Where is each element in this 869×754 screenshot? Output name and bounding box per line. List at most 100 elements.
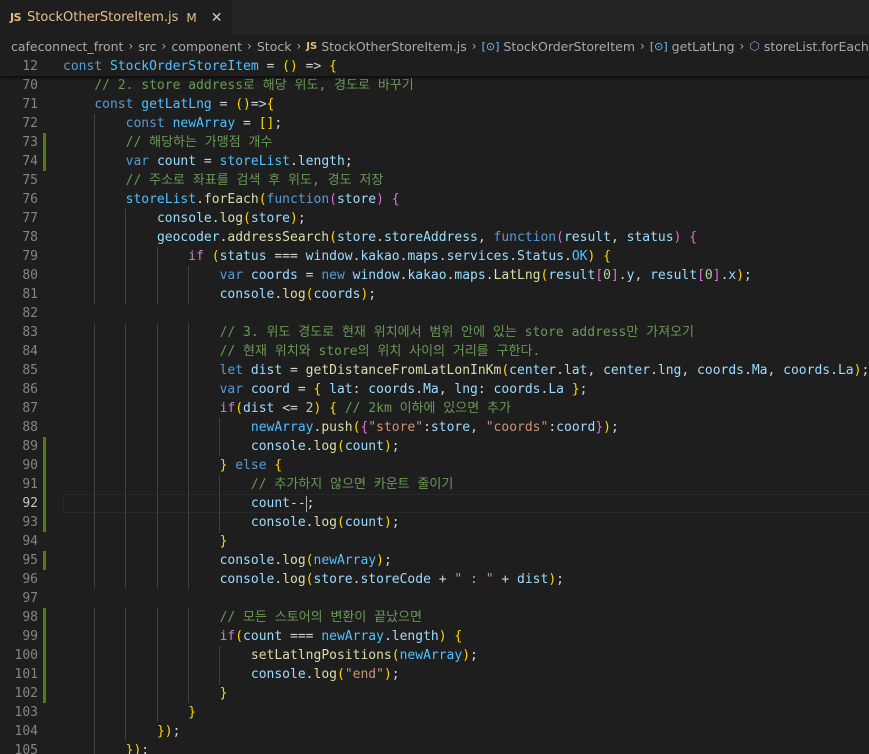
code-text: if (status === window.kakao.maps.service… [188,249,611,264]
code-line[interactable]: 100 setLatlngPositions(newArray); [0,646,869,665]
breadcrumb-item-component-symbol[interactable]: [⊙] StockOrderStoreItem [482,39,635,54]
line-number: 71 [22,97,38,112]
code-text: // 3. 위도 경도로 현재 위치에서 범위 안에 있는 store addr… [219,325,695,340]
code-line[interactable]: 103 } [0,703,869,722]
line-number: 84 [22,344,38,359]
code-line[interactable]: 71 const getLatLng = ()=>{ [0,95,869,114]
breadcrumb-item-stock[interactable]: Stock [257,39,292,54]
breadcrumb-item-component[interactable]: component [171,39,242,54]
chevron-right-icon: › [640,39,645,53]
code-text: geocoder.addressSearch(store.storeAddres… [156,230,698,245]
line-number: 12 [22,59,38,74]
code-line[interactable]: 104 }); [0,722,869,741]
line-number: 76 [22,192,38,207]
breadcrumb-callback-label: storeList.forEach() callback [763,38,869,54]
code-text: if(count === newArray.length) { [219,629,463,644]
line-number: 102 [14,686,38,701]
code-line[interactable]: 82 [0,304,869,323]
breadcrumb: cafeconnect_front › src › component › St… [0,35,869,57]
code-line[interactable]: 87 if(dist <= 2) { // 2km 이하에 있으면 추가 [0,399,869,418]
code-line[interactable]: 78 geocoder.addressSearch(store.storeAdd… [0,228,869,247]
line-number: 85 [22,363,38,378]
line-number: 90 [22,458,38,473]
line-number: 95 [22,553,38,568]
code-text: var coord = { lat: coords.Ma, lng: coord… [219,382,588,397]
code-line[interactable]: 93 console.log(count); [0,513,869,532]
line-number: 82 [22,306,38,321]
line-number: 87 [22,401,38,416]
code-text: let dist = getDistanceFromLatLonInKm(cen… [219,363,869,378]
line-number: 105 [14,743,38,754]
code-line[interactable]: 89 console.log(count); [0,437,869,456]
breadcrumb-item-src[interactable]: src [138,39,156,54]
code-line[interactable]: 77 console.log(store); [0,209,869,228]
code-line[interactable]: 80 var coords = new window.kakao.maps.La… [0,266,869,285]
breadcrumb-symbol-label: StockOrderStoreItem [503,38,636,54]
line-number: 81 [22,287,38,302]
tab-stockotherstoreitem[interactable]: JS StockOtherStoreItem.js M ✕ [0,0,234,35]
code-line[interactable]: 85 let dist = getDistanceFromLatLonInKm(… [0,361,869,380]
sticky-scroll-header[interactable]: 12 const StockOrderStoreItem = () => { [0,57,869,76]
code-line[interactable]: 96 console.log(store.storeCode + " : " +… [0,570,869,589]
breadcrumb-item-project[interactable]: cafeconnect_front [11,39,123,54]
code-line[interactable]: 97 [0,589,869,608]
code-text: setLatlngPositions(newArray); [250,648,478,663]
code-line[interactable]: 95 console.log(newArray); [0,551,869,570]
chevron-right-icon: › [471,39,477,53]
js-file-icon: JS [10,11,22,24]
code-line[interactable]: 101 console.log("end"); [0,665,869,684]
code-text: } [219,686,228,701]
code-text: // 추가하지 않으면 카운트 줄이기 [250,477,454,492]
code-line[interactable]: 94 } [0,532,869,551]
code-line[interactable]: 88 newArray.push({"store":store, "coords… [0,418,869,437]
code-line[interactable]: 86 var coord = { lat: coords.Ma, lng: co… [0,380,869,399]
code-line[interactable]: 105 }); [0,741,869,754]
code-text: newArray.push({"store":store, "coords":c… [250,420,619,435]
code-line[interactable]: 90 } else { [0,456,869,475]
modified-indicator: M [186,10,197,25]
code-editor[interactable]: 70 // 2. store address로 해당 위도, 경도로 바꾸기 71… [0,76,869,754]
code-line[interactable]: 84 // 현재 위치와 store의 위치 사이의 거리를 구한다. [0,342,869,361]
line-number: 101 [14,667,38,682]
symbol-icon: [⊙] [481,39,500,53]
line-number: 93 [22,515,38,530]
breadcrumb-file-label: StockOtherStoreItem.js [321,38,467,54]
code-text: const newArray = []; [125,116,283,131]
code-line[interactable]: 12 const StockOrderStoreItem = () => { [0,57,869,76]
method-icon: ⬡ [749,39,760,53]
breadcrumb-item-file[interactable]: JS StockOtherStoreItem.js [306,39,466,54]
code-text: var coords = new window.kakao.maps.LatLn… [219,268,752,283]
code-line[interactable]: 74 var count = storeList.length; [0,152,869,171]
code-line[interactable]: 76 storeList.forEach(function(store) { [0,190,869,209]
code-line[interactable]: 79 if (status === window.kakao.maps.serv… [0,247,869,266]
line-number: 73 [22,135,38,150]
code-line[interactable]: 73 // 해당하는 가맹점 개수 [0,133,869,152]
code-line[interactable]: 72 const newArray = []; [0,114,869,133]
code-line[interactable]: 83 // 3. 위도 경도로 현재 위치에서 범위 안에 있는 store a… [0,323,869,342]
line-number: 83 [22,325,38,340]
code-line[interactable]: 91 // 추가하지 않으면 카운트 줄이기 [0,475,869,494]
line-number: 88 [22,420,38,435]
code-line[interactable]: 75 // 주소로 좌표를 검색 후 위도, 경도 저장 [0,171,869,190]
chevron-right-icon: › [128,39,134,53]
code-text: // 2. store address로 해당 위도, 경도로 바꾸기 [94,78,414,93]
line-number: 97 [22,591,38,606]
line-number: 70 [22,78,38,93]
code-line[interactable]: 102 } [0,684,869,703]
code-line[interactable]: 81 console.log(coords); [0,285,869,304]
code-line[interactable]: 70 // 2. store address로 해당 위도, 경도로 바꾸기 [0,76,869,95]
breadcrumb-item-function-symbol[interactable]: [⊙] getLatLng [650,39,735,54]
code-text: storeList.forEach(function(store) { [125,192,400,207]
modified-gutter-marker [43,646,46,665]
modified-gutter-marker [43,437,46,456]
js-file-icon: JS [306,40,318,52]
code-line[interactable]: 99 if(count === newArray.length) { [0,627,869,646]
code-line[interactable]: 92 count--; [0,494,869,513]
breadcrumb-item-callback[interactable]: ⬡ storeList.forEach() callback [749,39,869,54]
line-number: 103 [14,705,38,720]
code-line[interactable]: 98 // 모든 스토어의 변환이 끝났으면 [0,608,869,627]
close-icon[interactable]: ✕ [211,11,223,25]
modified-gutter-marker [43,665,46,684]
chevron-right-icon: › [247,39,252,53]
modified-gutter-marker [43,627,46,646]
